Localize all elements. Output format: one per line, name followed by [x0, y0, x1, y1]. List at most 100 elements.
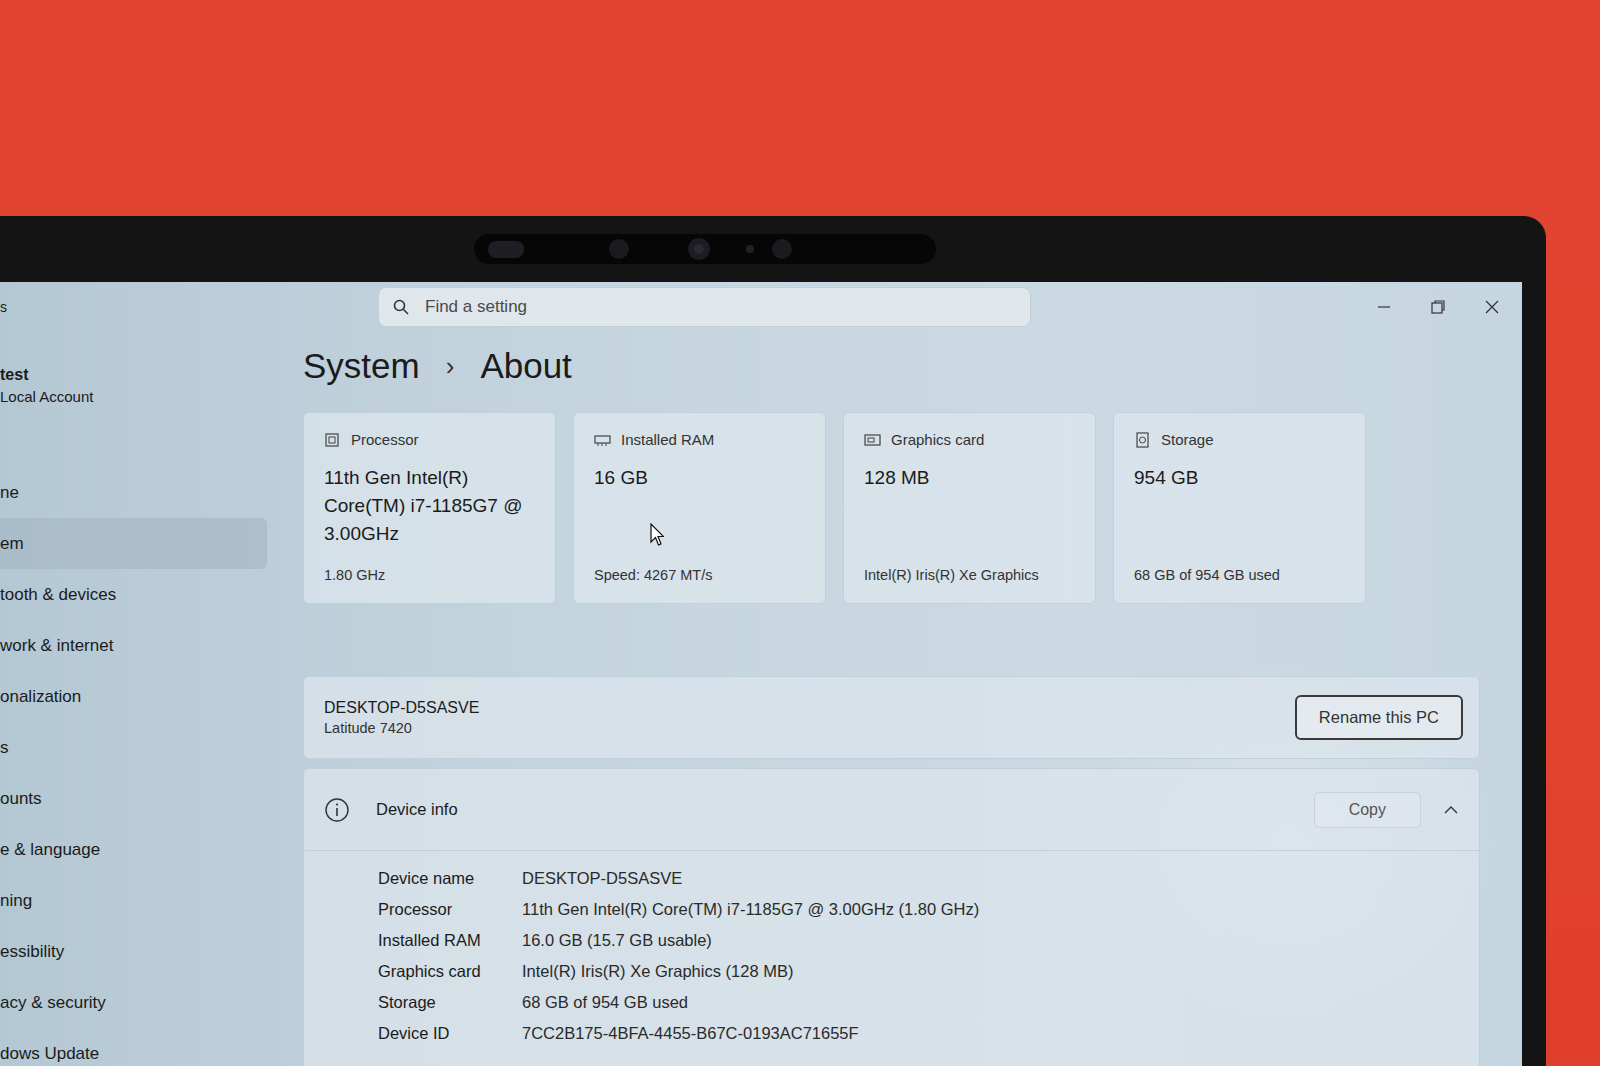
card-detail: 1.80 GHz: [324, 567, 535, 583]
info-label: Device ID: [378, 1024, 522, 1043]
info-icon: [324, 797, 350, 823]
info-row: Storage68 GB of 954 GB used: [378, 987, 1479, 1018]
restore-icon[interactable]: [1430, 299, 1446, 315]
breadcrumb-item[interactable]: System: [303, 346, 420, 386]
device-identity: DESKTOP-D5SASVE Latitude 7420: [324, 699, 479, 736]
info-value: 68 GB of 954 GB used: [522, 993, 688, 1012]
card-label: Processor: [351, 431, 419, 448]
sidebar-label: acy & security: [0, 993, 106, 1013]
card-label: Storage: [1161, 431, 1214, 448]
sidebar-item[interactable]: ning: [0, 875, 267, 926]
sidebar-label: ounts: [0, 789, 42, 809]
camera-bar: [474, 234, 936, 264]
minimize-icon[interactable]: [1376, 299, 1392, 315]
card-value: 16 GB: [594, 464, 805, 492]
breadcrumb: System › About: [303, 346, 1480, 386]
card-header: Storage: [1134, 431, 1345, 448]
info-label: Device name: [378, 869, 522, 888]
chevron-icon[interactable]: [1443, 802, 1459, 818]
info-row: Graphics cardIntel(R) Iris(R) Xe Graphic…: [378, 956, 1479, 987]
sidebar-item[interactable]: ounts: [0, 773, 267, 824]
info-row: Installed RAM16.0 GB (15.7 GB usable): [378, 925, 1479, 956]
sidebar-item[interactable]: s: [0, 722, 267, 773]
content: testLocal Accountneemtooth & deviceswork…: [0, 332, 1522, 1066]
sidebar-item[interactable]: ne: [0, 467, 267, 518]
card-detail: Intel(R) Iris(R) Xe Graphics: [864, 567, 1075, 583]
info-label: Storage: [378, 993, 522, 1012]
card-value: 128 MB: [864, 464, 1075, 492]
cursor-icon: [650, 523, 664, 547]
card-header: Processor: [324, 431, 535, 448]
device-info-rows: Device nameDESKTOP-D5SASVEProcessor11th …: [304, 851, 1479, 1066]
breadcrumb-separator: ›: [446, 351, 455, 382]
info-label: Processor: [378, 900, 522, 919]
info-row: Processor11th Gen Intel(R) Core(TM) i7-1…: [378, 894, 1479, 925]
info-value: 7CC2B175-4BFA-4455-B67C-0193AC71655F: [522, 1024, 859, 1043]
sidebar-item[interactable]: onalization: [0, 671, 267, 722]
ram-icon: [594, 432, 611, 448]
info-value: 16.0 GB (15.7 GB usable): [522, 931, 712, 950]
sidebar-item[interactable]: tooth & devices: [0, 569, 267, 620]
sidebar-label: e & language: [0, 840, 100, 860]
rename-button[interactable]: Rename this PC: [1295, 695, 1463, 740]
spec-cards: Processor 11th Gen Intel(R) Core(TM) i7-1…: [303, 412, 1480, 604]
info-value: 11th Gen Intel(R) Core(TM) i7-1185G7 @ 3…: [522, 900, 979, 919]
device-model: Latitude 7420: [324, 720, 479, 736]
sidebar-label: dows Update: [0, 1044, 99, 1064]
info-row: Device ID7CC2B175-4BFA-4455-B67C-0193AC7…: [378, 1018, 1479, 1049]
info-label: Installed RAM: [378, 931, 522, 950]
device-info-panel: Device info Copy Device nameDESKTOP-D5SASV…: [303, 768, 1480, 1066]
sidebar-label: tooth & devices: [0, 585, 116, 605]
nav-list: ne em tooth & devices work & internet onaliz…: [0, 467, 267, 1066]
card-value: 954 GB: [1134, 464, 1345, 492]
sidebar-item[interactable]: em: [0, 518, 267, 569]
spec-card: Installed RAM 16 GB Speed: 4267 MT/s: [573, 412, 826, 604]
sidebar-item[interactable]: work & internet: [0, 620, 267, 671]
card-header: Installed RAM: [594, 431, 805, 448]
spec-card: Graphics card 128 MB Intel(R) Iris(R) Xe G…: [843, 412, 1096, 604]
window-controls: [1376, 299, 1500, 315]
sidebar-label: s: [0, 738, 9, 758]
storage-icon: [1134, 432, 1151, 448]
card-label: Installed RAM: [621, 431, 714, 448]
spec-card: Processor 11th Gen Intel(R) Core(TM) i7-1…: [303, 412, 556, 604]
info-value: DESKTOP-D5SASVE: [522, 869, 682, 888]
device-info-header[interactable]: Device info Copy: [304, 769, 1479, 851]
info-value: Intel(R) Iris(R) Xe Graphics (128 MB): [522, 962, 793, 981]
bezel: [0, 216, 1522, 282]
sidebar-label: onalization: [0, 687, 81, 707]
card-value: 11th Gen Intel(R) Core(TM) i7-1185G7 @ 3…: [324, 464, 535, 548]
sidebar-label: essibility: [0, 942, 64, 962]
camera-icon: [474, 234, 936, 264]
close-icon[interactable]: [1484, 299, 1500, 315]
device-name: DESKTOP-D5SASVE: [324, 699, 479, 717]
account-type: Local Account: [0, 388, 267, 405]
card-header: Graphics card: [864, 431, 1075, 448]
sidebar: testLocal Accountneemtooth & deviceswork…: [0, 332, 267, 1066]
device-row: DESKTOP-D5SASVE Latitude 7420 Rename this …: [303, 676, 1480, 759]
device-info-title: Device info: [376, 800, 458, 819]
sidebar-item[interactable]: e & language: [0, 824, 267, 875]
card-detail: 68 GB of 954 GB used: [1134, 567, 1345, 583]
sidebar-item[interactable]: acy & security: [0, 977, 267, 1028]
spec-card: Storage 954 GB 68 GB of 954 GB used: [1113, 412, 1366, 604]
sidebar-item[interactable]: essibility: [0, 926, 267, 977]
search-icon: [393, 299, 409, 315]
info-row: Device nameDESKTOP-D5SASVE: [378, 863, 1479, 894]
sidebar-label: em: [0, 534, 24, 554]
title-bar: s: [0, 282, 1522, 332]
info-label: Graphics card: [378, 962, 522, 981]
sidebar-item[interactable]: dows Update: [0, 1028, 267, 1066]
breadcrumb-item: About: [480, 346, 571, 386]
screen: stestLocal Accountneemtooth & deviceswor…: [0, 282, 1522, 1066]
search-box[interactable]: [378, 287, 1031, 327]
sidebar-label: work & internet: [0, 636, 113, 656]
processor-icon: [324, 432, 341, 448]
card-detail: Speed: 4267 MT/s: [594, 567, 805, 583]
main-panel: System›AboutProcessor11th Gen Intel(R) C…: [267, 332, 1522, 1066]
card-label: Graphics card: [891, 431, 984, 448]
sidebar-label: ne: [0, 483, 19, 503]
sidebar-label: ning: [0, 891, 32, 911]
copy-button[interactable]: Copy: [1314, 792, 1421, 828]
search-input[interactable]: [423, 296, 1016, 318]
